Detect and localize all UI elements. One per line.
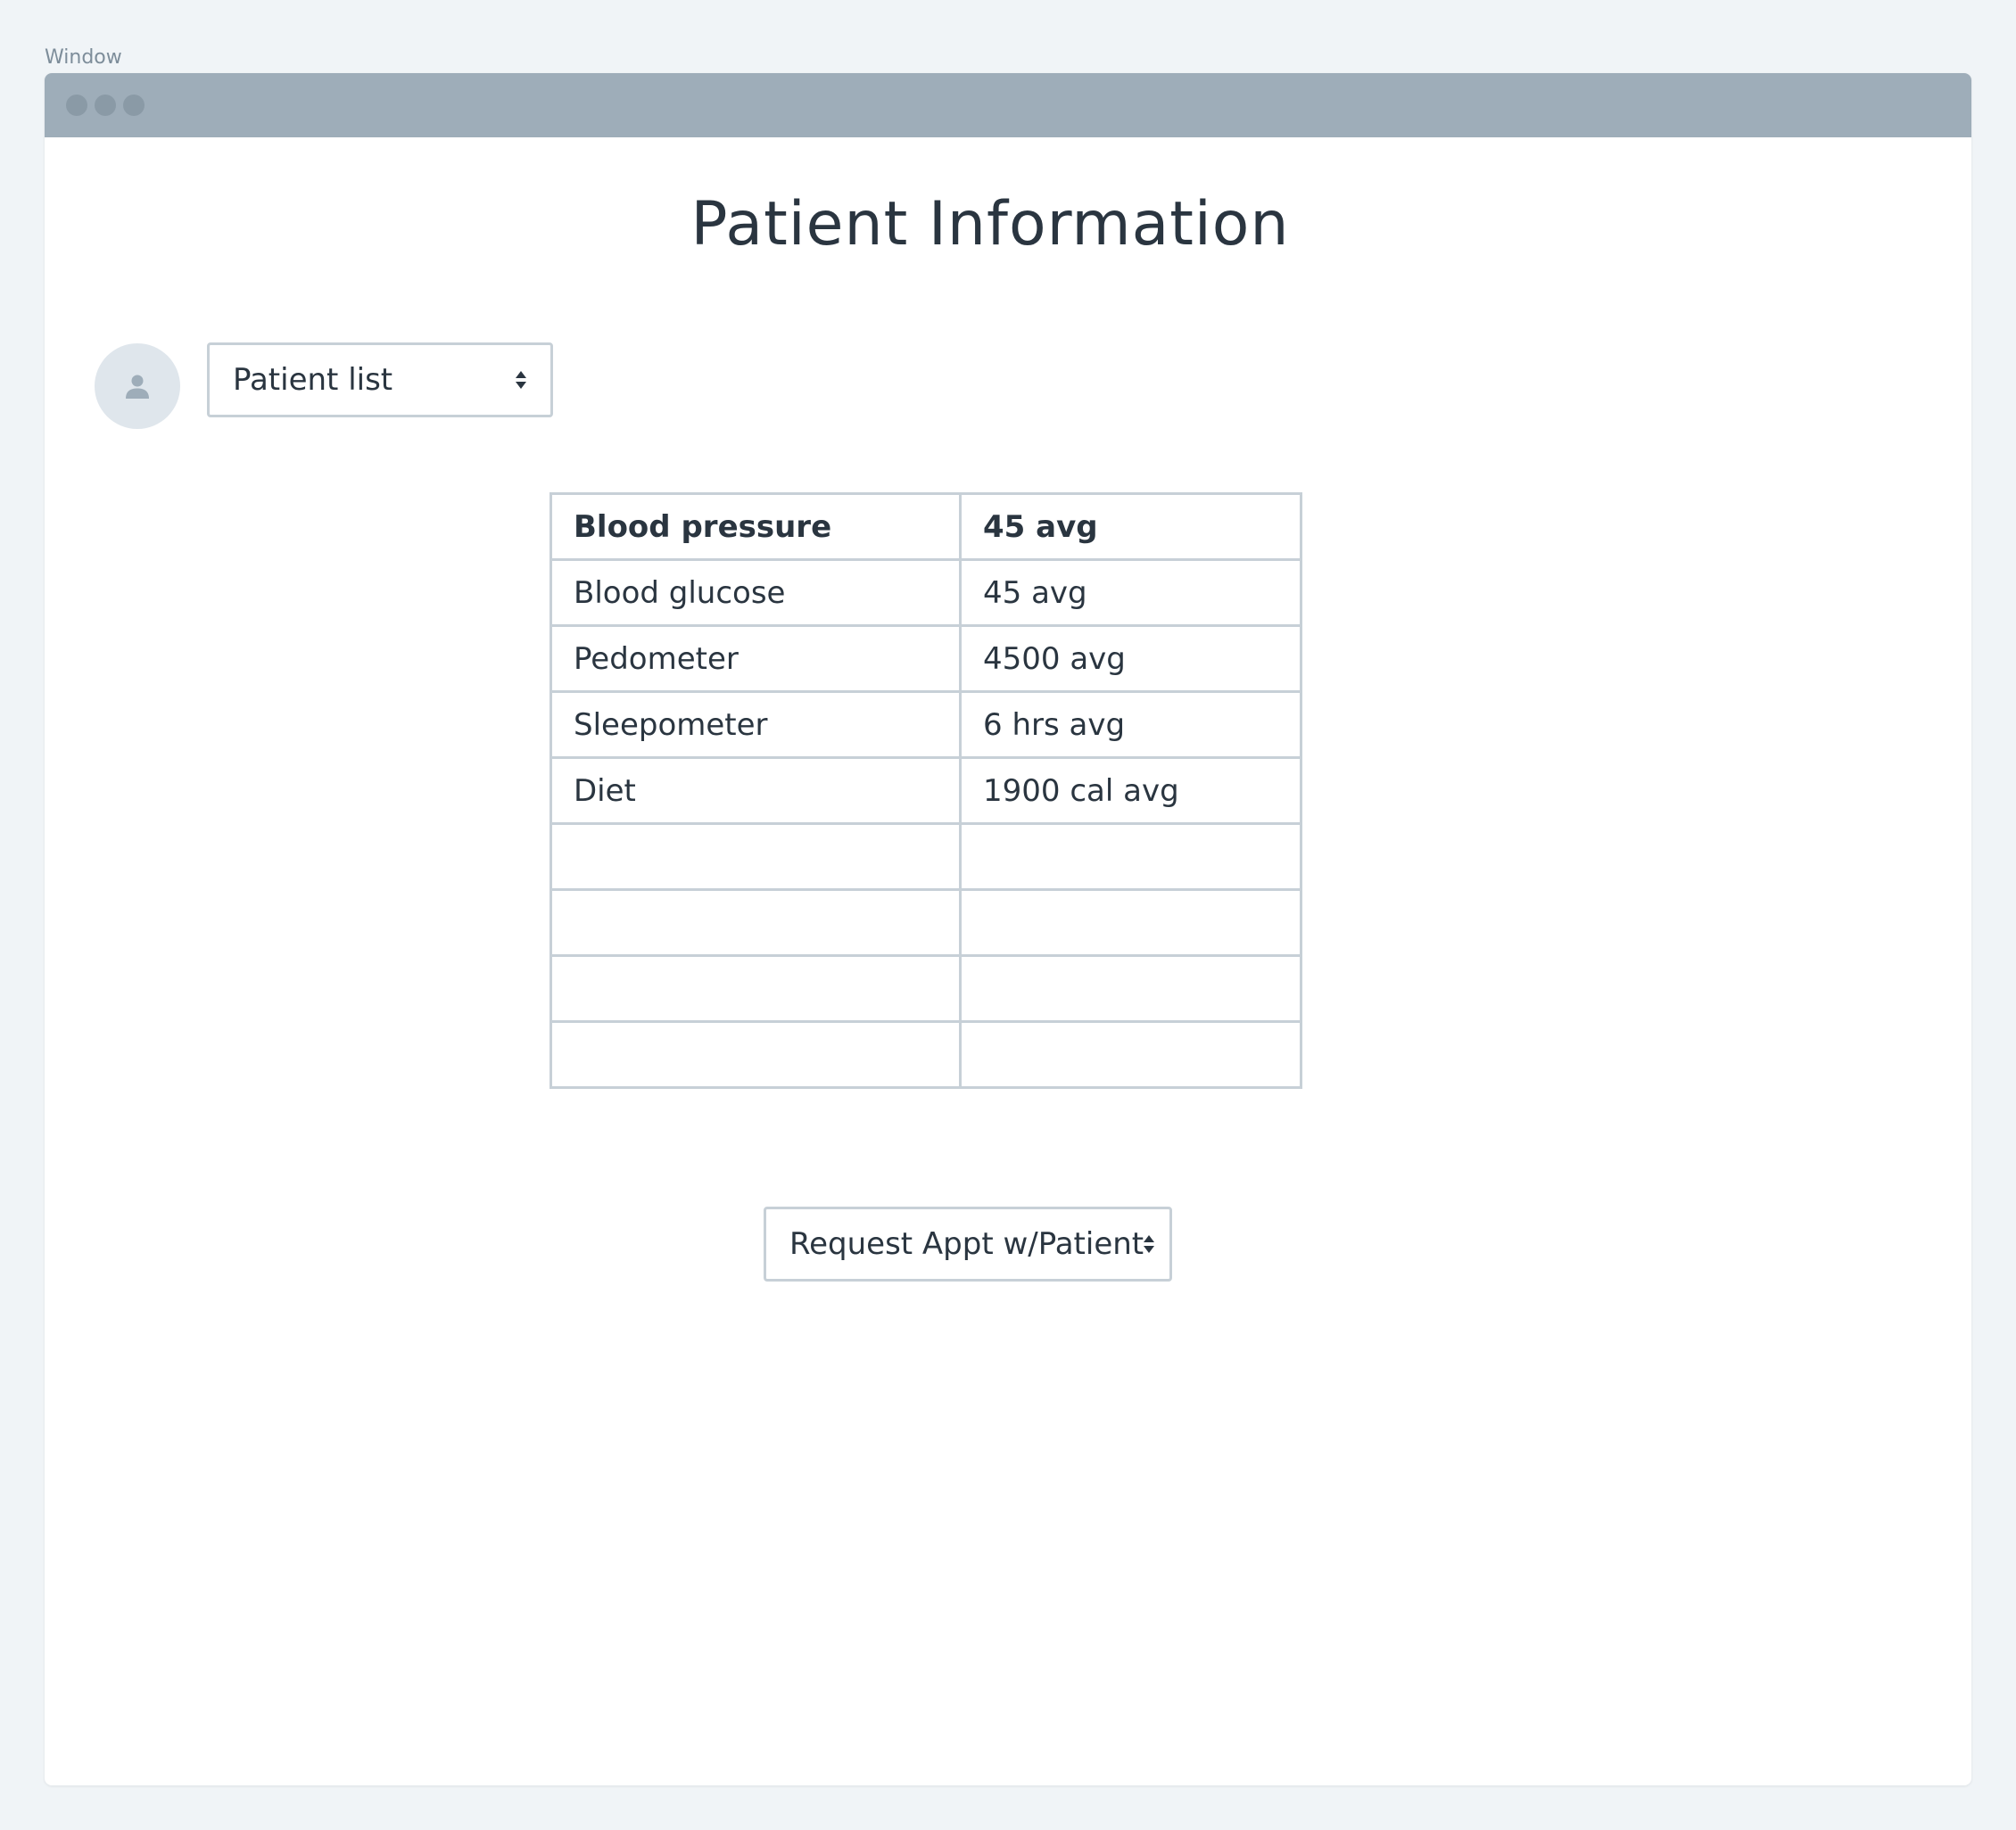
metric-name-cell: Pedometer bbox=[549, 624, 962, 693]
metric-name-cell bbox=[549, 888, 962, 957]
metric-value-cell: 1900 cal avg bbox=[959, 756, 1302, 825]
metric-name-cell bbox=[549, 1020, 962, 1089]
table-row bbox=[549, 888, 1302, 957]
table-row bbox=[549, 1020, 1302, 1089]
avatar bbox=[95, 343, 180, 429]
updown-arrows-icon bbox=[515, 368, 527, 392]
metric-value-cell: 6 hrs avg bbox=[959, 690, 1302, 759]
metric-name-cell bbox=[549, 954, 962, 1023]
metric-value-cell: 4500 avg bbox=[959, 624, 1302, 693]
table-row bbox=[549, 954, 1302, 1023]
user-icon bbox=[126, 375, 149, 399]
updown-arrows-icon bbox=[1144, 1232, 1155, 1256]
window-control-maximize[interactable] bbox=[123, 95, 145, 116]
metric-value-cell bbox=[959, 1020, 1302, 1089]
table-row bbox=[549, 822, 1302, 891]
metric-value-cell bbox=[959, 954, 1302, 1023]
metric-value-cell: 45 avg bbox=[959, 558, 1302, 627]
metric-name-cell: Sleepometer bbox=[549, 690, 962, 759]
window-control-close[interactable] bbox=[66, 95, 87, 116]
table-row: Pedometer 4500 avg bbox=[549, 624, 1302, 693]
metric-value-cell: 45 avg bbox=[959, 492, 1302, 561]
window-control-minimize[interactable] bbox=[95, 95, 116, 116]
table-row: Diet 1900 cal avg bbox=[549, 756, 1302, 825]
table-row: Blood pressure 45 avg bbox=[549, 492, 1302, 561]
table-row: Sleepometer 6 hrs avg bbox=[549, 690, 1302, 759]
patient-metrics-table: Blood pressure 45 avg Blood glucose 45 a… bbox=[549, 492, 1302, 1089]
patient-list-select-label: Patient list bbox=[233, 362, 393, 398]
metric-value-cell bbox=[959, 822, 1302, 891]
window-titlebar bbox=[45, 73, 1971, 137]
app-window: Patient Information Patient list Blood p… bbox=[45, 73, 1971, 1785]
patient-list-select[interactable]: Patient list bbox=[207, 342, 553, 417]
metric-name-cell bbox=[549, 822, 962, 891]
metric-name-cell: Blood pressure bbox=[549, 492, 962, 561]
page-title: Patient Information bbox=[690, 189, 1290, 260]
metric-name-cell: Diet bbox=[549, 756, 962, 825]
request-appointment-select-label: Request Appt w/Patient bbox=[789, 1226, 1144, 1262]
request-appointment-select[interactable]: Request Appt w/Patient bbox=[764, 1207, 1172, 1282]
table-row: Blood glucose 45 avg bbox=[549, 558, 1302, 627]
metric-name-cell: Blood glucose bbox=[549, 558, 962, 627]
metric-value-cell bbox=[959, 888, 1302, 957]
window-caption: Window bbox=[45, 46, 122, 69]
